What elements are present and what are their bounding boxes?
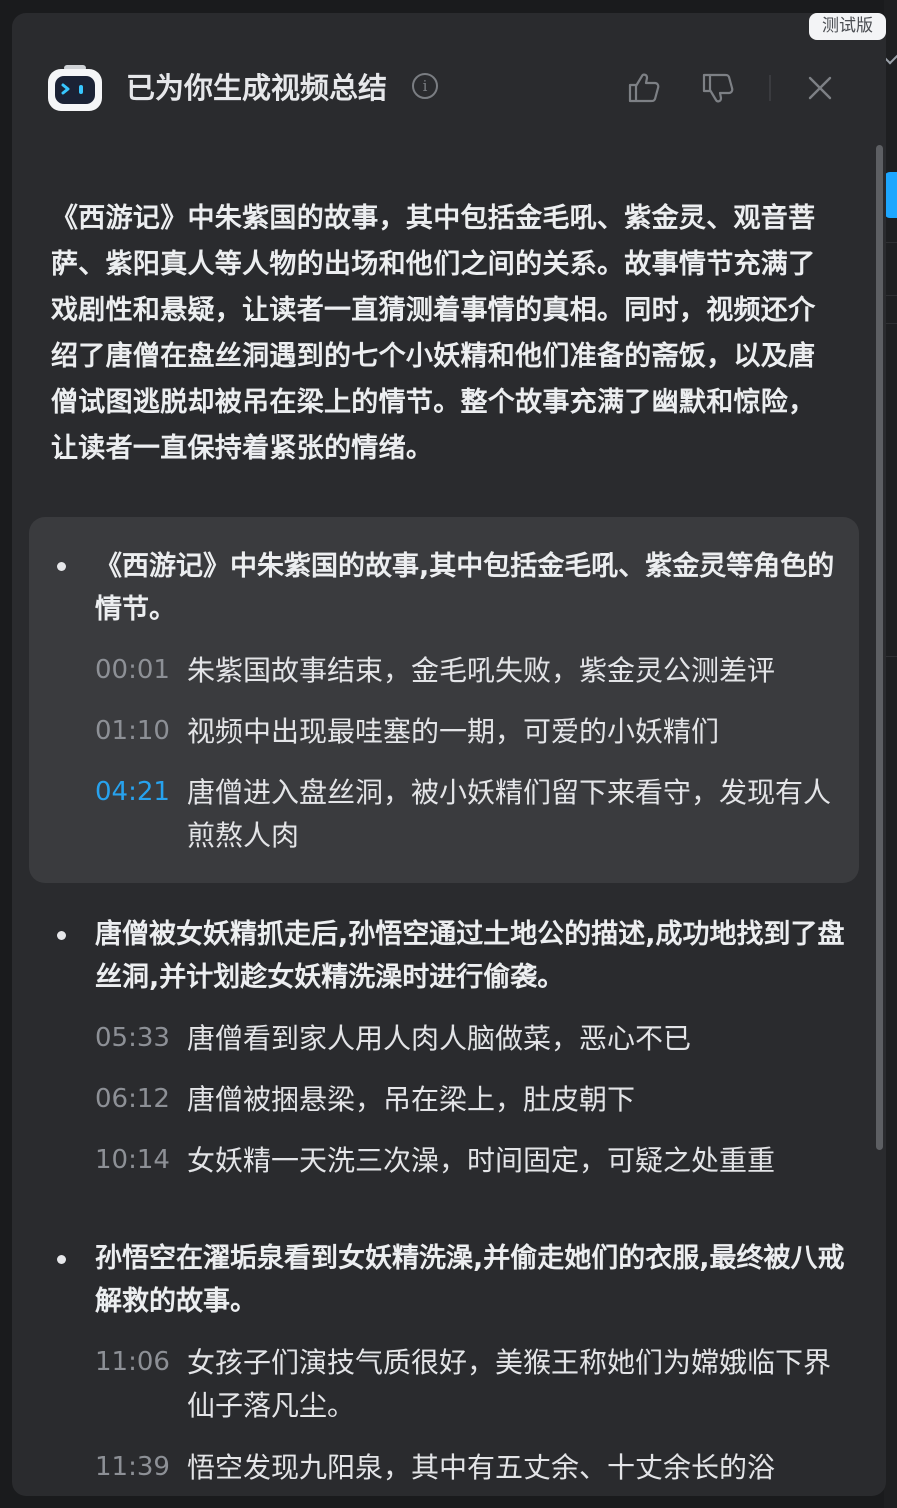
beta-badge: 测试版 — [809, 13, 886, 40]
summary-section: 《西游记》中朱紫国的故事,其中包括金毛吼、紫金灵等角色的情节。 00:01 朱紫… — [29, 517, 859, 883]
info-icon[interactable]: i — [412, 73, 438, 99]
close-icon[interactable] — [800, 68, 840, 108]
bullet-icon — [54, 559, 68, 573]
timeline-text: 朱紫国故事结束，金毛吼失败，紫金灵公测差评 — [187, 654, 776, 687]
video-summary-panel: 已为你生成视频总结 i 《西游记》中朱紫国的故事，其中包括金毛吼、紫金灵、观音菩… — [12, 13, 886, 1496]
section-title: 孙悟空在濯垢泉看到女妖精洗澡,并偷走她们的衣服,最终被八戒解救的故事。 — [95, 1243, 845, 1317]
summary-section: 孙悟空在濯垢泉看到女妖精洗澡,并偷走她们的衣服,最终被八戒解救的故事。 11:0… — [29, 1215, 859, 1496]
timeline-text: 唐僧看到家人用人肉人脑做菜，恶心不已 — [187, 1022, 692, 1055]
robot-icon — [48, 65, 102, 111]
timestamp[interactable]: 00:01 — [95, 649, 185, 692]
timeline-text: 唐僧进入盘丝洞，被小妖精们留下来看守，发现有人煎熬人肉 — [187, 776, 832, 852]
timestamp-active[interactable]: 04:21 — [95, 771, 185, 814]
timeline-text: 女孩子们演技气质很好，美猴王称她们为嫦娥临下界仙子落凡尘。 — [187, 1346, 832, 1422]
panel-title: 已为你生成视频总结 — [126, 71, 388, 105]
thumbs-up-icon[interactable] — [624, 68, 664, 108]
header-divider — [769, 75, 771, 101]
panel-header: 已为你生成视频总结 i — [12, 13, 886, 133]
bullet-icon — [54, 928, 68, 942]
timestamp[interactable]: 01:10 — [95, 710, 185, 753]
summary-text: 《西游记》中朱紫国的故事，其中包括金毛吼、紫金灵、观音菩萨、紫阳真人等人物的出场… — [51, 203, 816, 464]
timestamp[interactable]: 10:14 — [95, 1139, 185, 1182]
timeline-text: 视频中出现最哇塞的一期，可爱的小妖精们 — [187, 715, 720, 748]
timestamp[interactable]: 11:06 — [95, 1341, 185, 1384]
section-title: 唐僧被女妖精抓走后,孙悟空通过土地公的描述,成功地找到了盘丝洞,并计划趁女妖精洗… — [95, 919, 845, 993]
timestamp[interactable]: 11:39 — [95, 1446, 185, 1489]
timeline-text: 女妖精一天洗三次澡，时间固定，可疑之处重重 — [187, 1144, 776, 1177]
section-title: 《西游记》中朱紫国的故事,其中包括金毛吼、紫金灵等角色的情节。 — [95, 551, 835, 625]
bullet-icon — [54, 1252, 68, 1266]
timeline-text: 唐僧被捆悬梁，吊在梁上，肚皮朝下 — [187, 1083, 636, 1116]
timestamp[interactable]: 06:12 — [95, 1078, 185, 1121]
scrollbar-thumb[interactable] — [876, 145, 883, 1150]
summary-section: 唐僧被女妖精抓走后,孙悟空通过土地公的描述,成功地找到了盘丝洞,并计划趁女妖精洗… — [29, 891, 859, 1201]
timestamp[interactable]: 05:33 — [95, 1017, 185, 1060]
thumbs-down-icon[interactable] — [698, 68, 738, 108]
timeline-text: 悟空发现九阳泉，其中有五丈余、十丈余长的浴 — [187, 1451, 776, 1484]
